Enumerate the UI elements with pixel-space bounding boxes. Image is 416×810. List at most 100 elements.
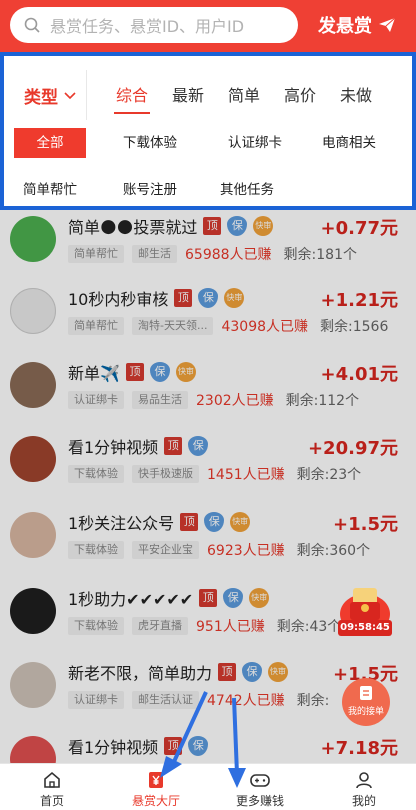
task-title: 看1分钟视频 xyxy=(68,738,159,757)
earned-count: 43098人已赚 xyxy=(221,319,309,335)
remaining-count: 剩余:112个 xyxy=(285,393,360,409)
yuan-icon xyxy=(149,772,163,788)
task-item[interactable]: 10秒内秒审核 顶 保 快审 +1.21元 简单帮忙 淘特-天天领... 430… xyxy=(0,282,416,356)
post-reward-button[interactable]: 发悬赏 xyxy=(318,11,396,39)
fast-review-badge: 快审 xyxy=(253,216,274,236)
tab-home-label: 首页 xyxy=(39,794,64,808)
category-tag: 下载体验 xyxy=(68,617,124,635)
fast-review-badge: 快审 xyxy=(224,288,245,308)
task-title: 10秒内秒审核 xyxy=(68,290,169,309)
top-badge: 顶 xyxy=(164,737,183,755)
remaining-count: 剩余:1566 xyxy=(320,319,389,335)
bottom-tab-bar: 首页 悬赏大厅 更多赚钱 我的 xyxy=(0,763,416,810)
type-dropdown[interactable]: 类型 xyxy=(24,83,76,108)
my-jobs-button[interactable]: 我的接单 xyxy=(342,678,390,726)
avatar xyxy=(10,362,56,408)
top-badge: 顶 xyxy=(199,589,218,607)
app-tag: 快手极速版 xyxy=(132,465,199,483)
category-chip-all[interactable]: 全部 xyxy=(14,128,86,158)
guarantee-badge: 保 xyxy=(204,512,225,532)
task-item[interactable]: 简单🌑🌑投票就过 顶 保 快审 +0.77元 简单帮忙 邮生活 65988人已赚… xyxy=(0,210,416,284)
top-badge: 顶 xyxy=(218,663,237,681)
earned-count: 6923人已赚 xyxy=(207,543,285,559)
top-badge: 顶 xyxy=(125,363,144,381)
task-price: +7.18元 xyxy=(320,738,399,759)
avatar xyxy=(10,662,56,708)
my-jobs-label: 我的接单 xyxy=(347,707,384,717)
task-title: 1秒助力✔✔✔✔✔ xyxy=(68,590,194,609)
sort-tab-newest[interactable]: 最新 xyxy=(160,82,216,106)
tab-reward-hall-label: 悬赏大厅 xyxy=(131,794,180,808)
home-icon xyxy=(44,771,60,788)
app-tag: 邮生活 xyxy=(132,245,177,263)
search-icon xyxy=(24,17,40,33)
sort-tab-high-price[interactable]: 高价 xyxy=(272,82,328,106)
guarantee-badge: 保 xyxy=(188,736,209,756)
task-title: 简单🌑🌑投票就过 xyxy=(68,218,198,237)
avatar xyxy=(10,436,56,482)
chevron-down-icon xyxy=(64,91,76,99)
category-chip-register[interactable]: 账号注册 xyxy=(110,175,190,205)
category-tag: 简单帮忙 xyxy=(68,317,124,335)
user-icon xyxy=(356,772,372,789)
sort-tabs: 综合 最新 简单 高价 未做 xyxy=(104,82,404,114)
guarantee-badge: 保 xyxy=(198,288,219,308)
document-icon xyxy=(360,686,372,700)
app-tag: 平安企业宝 xyxy=(132,541,199,559)
sort-tab-simple[interactable]: 简单 xyxy=(216,82,272,106)
guarantee-badge: 保 xyxy=(223,588,244,608)
task-title: 1秒关注公众号 xyxy=(68,514,175,533)
tab-home[interactable]: 首页 xyxy=(0,764,104,810)
remaining-count: 剩余:181个 xyxy=(283,247,357,263)
top-badge: 顶 xyxy=(203,217,222,235)
category-chip-verify[interactable]: 认证绑卡 xyxy=(210,128,300,158)
tab-reward-hall[interactable]: 悬赏大厅 xyxy=(104,764,208,810)
sort-tab-comprehensive[interactable]: 综合 xyxy=(104,82,160,114)
category-chip-ecommerce[interactable]: 电商相关 xyxy=(308,128,390,158)
task-price: +4.01元 xyxy=(320,364,399,385)
tab-mine[interactable]: 我的 xyxy=(312,764,416,810)
avatar xyxy=(10,736,56,763)
task-item[interactable]: 看1分钟视频 顶 保 +20.97元 下载体验 快手极速版 1451人已赚 剩余… xyxy=(0,430,416,504)
fast-review-badge: 快审 xyxy=(249,588,270,608)
task-title: 新单✈️ xyxy=(68,364,120,383)
guarantee-badge: 保 xyxy=(242,662,263,682)
task-price: +1.21元 xyxy=(320,290,399,311)
task-title: 新老不限，简单助力 xyxy=(68,664,213,683)
countdown-timer: 09:58:45 xyxy=(338,620,392,636)
category-tag: 简单帮忙 xyxy=(68,245,124,263)
task-price: +1.5元 xyxy=(333,514,398,535)
task-item[interactable]: 新单✈️ 顶 保 快审 +4.01元 认证绑卡 易品生活 2302人已赚 剩余:… xyxy=(0,356,416,430)
remaining-count: 剩余: xyxy=(296,693,330,709)
app-tag: 淘特-天天领... xyxy=(132,317,214,335)
tab-more-earn[interactable]: 更多赚钱 xyxy=(208,764,312,810)
category-tag: 下载体验 xyxy=(68,465,124,483)
category-tag: 下载体验 xyxy=(68,541,124,559)
avatar xyxy=(10,588,56,634)
guarantee-badge: 保 xyxy=(149,362,170,382)
top-bar: 悬赏任务、悬赏ID、用户ID 发悬赏 xyxy=(0,0,416,52)
earned-count: 951人已赚 xyxy=(196,619,265,635)
tab-mine-label: 我的 xyxy=(351,794,376,808)
avatar xyxy=(10,216,56,262)
category-chip-simple-help[interactable]: 简单帮忙 xyxy=(14,175,86,205)
sort-tab-not-done[interactable]: 未做 xyxy=(328,82,384,106)
earned-count: 1451人已赚 xyxy=(207,467,285,483)
category-chip-other[interactable]: 其他任务 xyxy=(210,175,284,205)
task-title: 看1分钟视频 xyxy=(68,438,159,457)
remaining-count: 剩余:23个 xyxy=(296,467,362,483)
earned-count: 2302人已赚 xyxy=(196,393,274,409)
search-input[interactable]: 悬赏任务、悬赏ID、用户ID xyxy=(10,7,298,43)
earned-count: 65988人已赚 xyxy=(185,247,272,263)
guarantee-badge: 保 xyxy=(227,216,248,236)
divider xyxy=(86,70,87,120)
remaining-count: 剩余:360个 xyxy=(296,543,371,559)
category-chip-download[interactable]: 下载体验 xyxy=(110,128,190,158)
task-item[interactable]: 看1分钟视频 顶 保 +7.18元 xyxy=(0,730,416,763)
app-tag: 易品生活 xyxy=(132,391,188,409)
task-item[interactable]: 1秒关注公众号 顶 保 快审 +1.5元 下载体验 平安企业宝 6923人已赚 … xyxy=(0,506,416,580)
paper-plane-icon xyxy=(379,17,396,32)
search-placeholder: 悬赏任务、悬赏ID、用户ID xyxy=(50,17,245,36)
avatar xyxy=(10,288,56,334)
category-tag: 认证绑卡 xyxy=(68,391,124,409)
